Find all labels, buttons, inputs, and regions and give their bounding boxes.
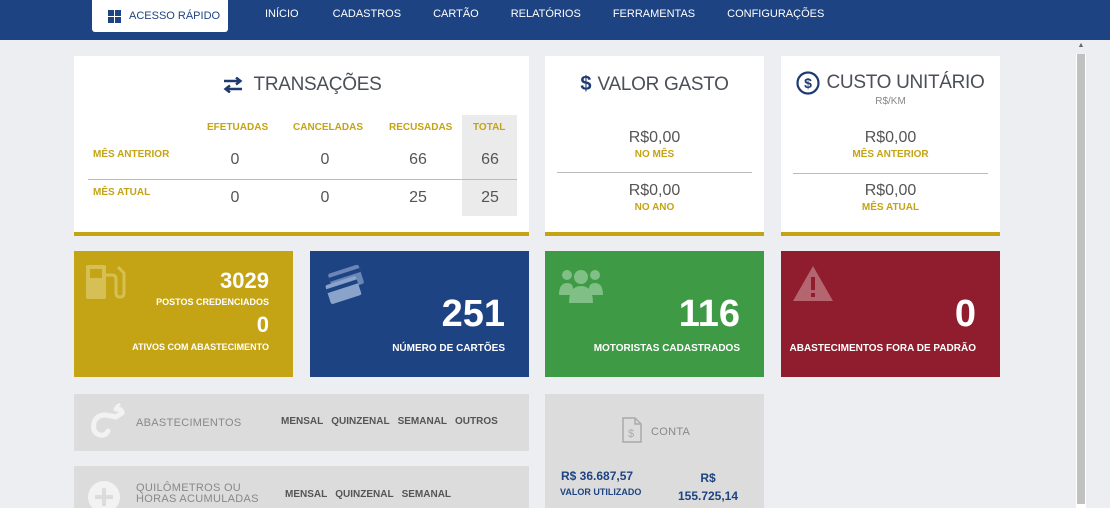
nav-ferramentas[interactable]: FERRAMENTAS	[613, 8, 695, 20]
cell-value: 66	[481, 151, 499, 168]
transfer-arrows-icon	[223, 77, 242, 93]
mileage-label: QUILÔMETROS OU HORAS ACUMULADAS	[136, 483, 259, 505]
cell-value: 25	[409, 189, 427, 206]
limit-value-line1: R$	[700, 471, 716, 485]
row-divider	[88, 179, 517, 180]
header-total: TOTAL	[473, 122, 506, 133]
unit-cost-card: $ CUSTO UNITÁRIO R$/KM R$0,00 MÊS ANTERI…	[781, 56, 1000, 236]
mileage-period-options: MENSAL QUINZENAL SEMANAL	[285, 489, 451, 500]
unit-cost-title: CUSTO UNITÁRIO	[826, 72, 985, 93]
windows-icon	[108, 9, 121, 23]
active-stations-label: ATIVOS COM ABASTECIMENTO	[132, 342, 269, 352]
account-panel: $ CONTA R$ 36.687,57 VALOR UTILIZADO R$ …	[545, 394, 764, 508]
limit-value-line2: 155.725,14	[677, 489, 739, 503]
nav-cartao[interactable]: CARTÃO	[433, 8, 479, 20]
stations-label: POSTOS CREDENCIADOS	[156, 297, 269, 307]
svg-text:$: $	[628, 428, 634, 440]
nav-cadastros[interactable]: CADASTROS	[333, 8, 401, 20]
warning-icon	[793, 266, 833, 301]
cell-value: 0	[230, 189, 240, 206]
cards-tile[interactable]: 251 NÚMERO DE CARTÕES	[310, 251, 529, 377]
dollar-icon: $	[580, 73, 592, 95]
svg-text:$: $	[805, 75, 813, 91]
cell-value: 0	[320, 189, 330, 206]
mileage-label-line2: HORAS ACUMULADAS	[136, 493, 259, 505]
refueling-label: ABASTECIMENTOS	[136, 417, 242, 429]
cell-value: 0	[320, 151, 330, 168]
cell-value: 25	[481, 189, 499, 206]
scrollbar-thumb[interactable]	[1077, 54, 1085, 504]
cell-value: 66	[409, 151, 427, 168]
refueling-period-options: MENSAL QUINZENAL SEMANAL OUTROS	[281, 416, 498, 427]
row-label-mes-atual: MÊS ATUAL	[93, 187, 151, 198]
header-recusadas: RECUSADAS	[389, 122, 453, 133]
account-label: CONTA	[651, 426, 691, 438]
used-value: R$ 36.687,57	[561, 469, 634, 483]
mileage-option-quinzenal[interactable]: QUINZENAL	[335, 489, 393, 500]
header-efetuadas: EFETUADAS	[207, 122, 269, 133]
divider	[793, 173, 988, 174]
dollar-circle-icon: $	[796, 71, 821, 95]
cost-curr-month-label: MÊS ATUAL	[861, 202, 920, 213]
plus-circle-icon	[88, 481, 120, 508]
cost-prev-month-value: R$0,00	[864, 129, 917, 146]
users-group-icon	[559, 270, 603, 303]
header-canceladas: CANCELADAS	[293, 122, 363, 133]
cards-label: NÚMERO DE CARTÕES	[392, 343, 505, 354]
stations-tile[interactable]: 3029 POSTOS CREDENCIADOS 0 ATIVOS COM AB…	[74, 251, 293, 377]
spent-year-value: R$0,00	[628, 182, 681, 199]
quick-access-label: ACESSO RÁPIDO	[129, 10, 221, 22]
cost-curr-month-value: R$0,00	[864, 182, 917, 199]
top-navbar: ACESSO RÁPIDO INÍCIO CADASTROS CARTÃO RE…	[0, 0, 1110, 40]
mileage-option-mensal[interactable]: MENSAL	[285, 489, 327, 500]
refueling-option-outros[interactable]: OUTROS	[455, 416, 498, 427]
refueling-option-mensal[interactable]: MENSAL	[281, 416, 323, 427]
nav-configuracoes[interactable]: CONFIGURAÇÕES	[727, 8, 824, 20]
spent-value-title: VALOR GASTO	[597, 73, 729, 95]
transactions-title: TRANSAÇÕES	[253, 74, 382, 95]
credit-cards-icon	[325, 265, 364, 304]
refueling-option-quinzenal[interactable]: QUINZENAL	[331, 416, 389, 427]
off-standard-label: ABASTECIMENTOS FORA DE PADRÃO	[789, 343, 977, 354]
transactions-title-row: TRANSAÇÕES	[74, 74, 529, 96]
spent-month-label: NO MÊS	[634, 149, 675, 160]
divider	[557, 172, 752, 173]
spent-year-label: NO ANO	[634, 202, 675, 213]
unit-cost-unit: R$/KM	[875, 96, 906, 107]
active-stations-count: 0	[256, 312, 269, 337]
limit-value: R$ 155.725,14	[673, 469, 743, 505]
transactions-card: TRANSAÇÕES EFETUADAS CANCELADAS RECUSADA…	[74, 56, 529, 236]
refueling-panel: ABASTECIMENTOS MENSAL QUINZENAL SEMANAL …	[74, 394, 529, 451]
cost-prev-month-label: MÊS ANTERIOR	[852, 149, 929, 160]
main-nav: INÍCIO CADASTROS CARTÃO RELATÓRIOS FERRA…	[265, 8, 824, 20]
drivers-label: MOTORISTAS CADASTRADOS	[593, 343, 740, 354]
cell-value: 0	[230, 151, 240, 168]
stations-count: 3029	[220, 268, 269, 293]
invoice-document-icon: $	[622, 417, 642, 443]
cards-count: 251	[441, 293, 505, 335]
drivers-count: 116	[678, 293, 740, 335]
quick-access-button[interactable]: ACESSO RÁPIDO	[92, 0, 228, 32]
drivers-tile[interactable]: 116 MOTORISTAS CADASTRADOS	[545, 251, 764, 377]
mileage-option-semanal[interactable]: SEMANAL	[402, 489, 451, 500]
off-standard-count: 0	[954, 293, 976, 335]
fuel-nozzle-icon	[91, 403, 125, 438]
used-label: VALOR UTILIZADO	[560, 487, 642, 497]
refueling-option-semanal[interactable]: SEMANAL	[398, 416, 447, 427]
spent-month-value: R$0,00	[628, 129, 681, 146]
fuel-pump-icon	[86, 265, 126, 299]
nav-relatorios[interactable]: RELATÓRIOS	[511, 8, 581, 20]
row-label-mes-anterior: MÊS ANTERIOR	[93, 149, 170, 160]
nav-inicio[interactable]: INÍCIO	[265, 8, 299, 20]
mileage-panel: QUILÔMETROS OU HORAS ACUMULADAS MENSAL Q…	[74, 466, 529, 508]
scroll-up-arrow-icon[interactable]: ▲	[1076, 42, 1086, 52]
off-standard-tile[interactable]: 0 ABASTECIMENTOS FORA DE PADRÃO	[781, 251, 1000, 377]
spent-value-card: $ VALOR GASTO R$0,00 NO MÊS R$0,00 NO AN…	[545, 56, 764, 236]
